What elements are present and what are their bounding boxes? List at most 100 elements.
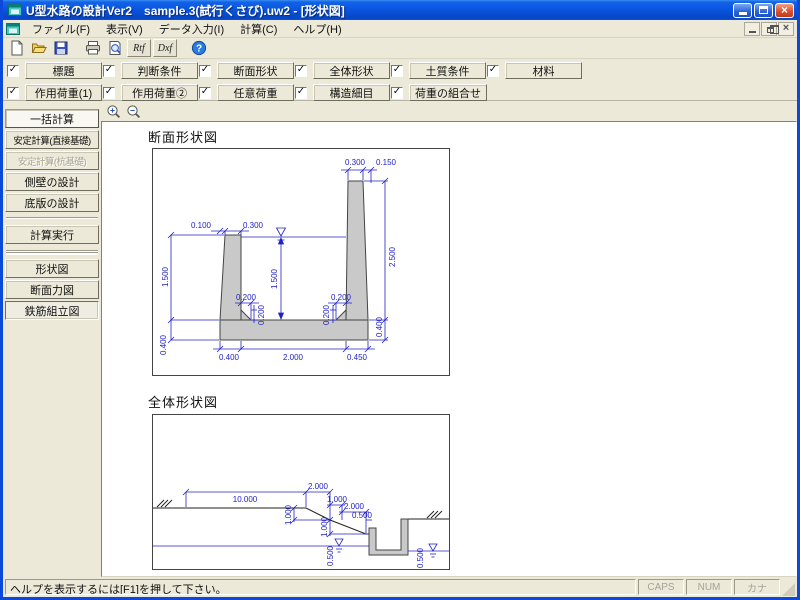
zoom-out-button[interactable]: [125, 103, 142, 120]
check-icon: ✓: [105, 65, 113, 75]
print-button[interactable]: [83, 39, 103, 58]
dim-label: 0.400: [375, 316, 384, 337]
check-icon: ✓: [393, 87, 401, 97]
check-icon: ✓: [201, 65, 209, 75]
sidebar-button-antei-chokusetsu[interactable]: 安定計算(直接基礎): [5, 130, 99, 149]
toggle-cell: ✓ 作用荷重(1): [7, 84, 103, 101]
button-sayo-kaju-1[interactable]: 作用荷重(1): [25, 84, 102, 101]
checkbox-danmen[interactable]: ✓: [199, 65, 211, 77]
zoom-in-icon: [106, 104, 121, 119]
button-zentai-keijo[interactable]: 全体形状: [313, 62, 390, 79]
mdi-restore-button[interactable]: [761, 22, 777, 36]
sidebar-button-keijozu[interactable]: 形状図: [5, 259, 99, 278]
mdi-minimize-button[interactable]: [744, 22, 760, 36]
dim-label: 0.500: [326, 545, 335, 566]
checkbox-kaju-kumiawase[interactable]: ✓: [391, 87, 403, 99]
toggle-cell: ✓ 材料: [487, 62, 583, 79]
section-figure-title: 断面形状図: [148, 127, 218, 146]
app-icon: [8, 4, 22, 16]
dim-label: 0.150: [376, 158, 397, 167]
toggle-cell: ✓ 構造細目: [295, 84, 391, 101]
button-hyodai[interactable]: 標題: [25, 62, 102, 79]
dim-label: 0.200: [331, 293, 352, 302]
dim-label: 0.450: [347, 353, 368, 362]
mdi-restore-icon: [767, 27, 774, 33]
dim-label: 10.000: [233, 495, 258, 504]
document-icon: [6, 23, 20, 35]
button-doshitsu-joken[interactable]: 土質条件: [409, 62, 486, 79]
checkbox-kozo-saimoku[interactable]: ✓: [295, 87, 307, 99]
dim-label: 1.500: [161, 266, 170, 287]
dim-label: 1.000: [320, 516, 329, 537]
sidebar-button-ikkatsu-keisan[interactable]: 一括計算: [5, 109, 99, 128]
menu-file[interactable]: ファイル(F): [24, 20, 98, 38]
menu-view[interactable]: 表示(V): [98, 20, 151, 38]
checkbox-doshitsu[interactable]: ✓: [391, 65, 403, 77]
close-icon: ×: [781, 4, 788, 16]
checkbox-handan[interactable]: ✓: [103, 65, 115, 77]
checkbox-sayo-kaju-1[interactable]: ✓: [7, 87, 19, 99]
maximize-button[interactable]: [754, 3, 773, 18]
sidebar: 一括計算 安定計算(直接基礎) 安定計算(杭基礎) 側壁の設計 底版の設計 計算…: [3, 101, 101, 577]
sidebar-button-tekkin-kumitatezu[interactable]: 鉄筋組立図: [5, 301, 99, 320]
check-icon: ✓: [489, 65, 497, 75]
dim-label: 2.500: [388, 246, 397, 267]
open-file-button[interactable]: [29, 39, 49, 58]
checkbox-sayo-kaju-2[interactable]: ✓: [103, 87, 115, 99]
status-kana-indicator: カナ: [734, 579, 780, 595]
zoom-in-button[interactable]: [105, 103, 122, 120]
checkbox-nini-kaju[interactable]: ✓: [199, 87, 211, 99]
checkbox-zairyo[interactable]: ✓: [487, 65, 499, 77]
dim-label: 2.000: [283, 353, 304, 362]
close-button[interactable]: ×: [775, 3, 794, 18]
button-handan-joken[interactable]: 判断条件: [121, 62, 198, 79]
dim-label: 0.300: [243, 221, 264, 230]
sidebar-button-sokuheki-sekkei[interactable]: 側壁の設計: [5, 172, 99, 191]
help-button[interactable]: ?: [189, 39, 209, 58]
menu-calc[interactable]: 計算(C): [232, 20, 285, 38]
sidebar-button-keisan-jikko[interactable]: 計算実行: [5, 225, 99, 244]
drawing-canvas[interactable]: 断面形状図: [101, 121, 797, 577]
mdi-close-button[interactable]: ×: [778, 22, 794, 36]
status-caps-indicator: CAPS: [638, 579, 684, 595]
minimize-button[interactable]: [733, 3, 752, 18]
help-icon: ?: [191, 40, 207, 56]
channel-cross-section-shape: [220, 181, 368, 340]
app-window: U型水路の設計Ver2 sample.3(試行くさび).uw2 - [形状図] …: [0, 0, 800, 600]
input-toggle-bar: ✓ 標題 ✓ 判断条件 ✓ 断面形状 ✓ 全体形状 ✓ 土質条件 ✓ 材料: [3, 59, 797, 101]
toggle-cell: ✓ 土質条件: [391, 62, 487, 79]
button-nini-kaju[interactable]: 任意荷重: [217, 84, 294, 101]
dim-label: 0.500: [352, 511, 373, 520]
check-icon: ✓: [297, 87, 305, 97]
sidebar-separator: [6, 250, 98, 252]
save-button[interactable]: [51, 39, 71, 58]
button-zairyo[interactable]: 材料: [505, 62, 582, 79]
window-title: U型水路の設計Ver2 sample.3(試行くさび).uw2 - [形状図]: [26, 2, 733, 19]
button-kozo-saimoku[interactable]: 構造細目: [313, 84, 390, 101]
dim-label: 0.300: [345, 158, 366, 167]
rtf-export-button[interactable]: Rtf: [127, 39, 151, 57]
check-icon: ✓: [393, 65, 401, 75]
print-preview-button[interactable]: [105, 39, 125, 58]
new-file-button[interactable]: [7, 39, 27, 58]
button-kaju-kumiawase[interactable]: 荷重の組合せ: [409, 84, 487, 101]
sidebar-button-danmenryokuzu[interactable]: 断面力図: [5, 280, 99, 299]
checkbox-zentai[interactable]: ✓: [295, 65, 307, 77]
resize-grip[interactable]: [782, 583, 795, 596]
sidebar-button-teiban-sekkei[interactable]: 底版の設計: [5, 193, 99, 212]
dim-label: 0.500: [416, 547, 425, 568]
button-sayo-kaju-2[interactable]: 作用荷重②: [121, 84, 198, 101]
dim-label: 0.400: [159, 334, 168, 355]
checkbox-hyodai[interactable]: ✓: [7, 65, 19, 77]
minimize-icon: [739, 12, 747, 15]
toggle-cell: ✓ 荷重の組合せ: [391, 84, 487, 101]
toggle-cell: ✓ 作用荷重②: [103, 84, 199, 101]
dxf-export-button[interactable]: Dxf: [153, 39, 177, 57]
check-icon: ✓: [201, 87, 209, 97]
sidebar-separator: [6, 217, 98, 219]
menu-help[interactable]: ヘルプ(H): [285, 20, 349, 38]
button-danmen-keijo[interactable]: 断面形状: [217, 62, 294, 79]
check-icon: ✓: [105, 87, 113, 97]
check-icon: ✓: [297, 65, 305, 75]
menu-data-input[interactable]: データ入力(I): [151, 20, 232, 38]
